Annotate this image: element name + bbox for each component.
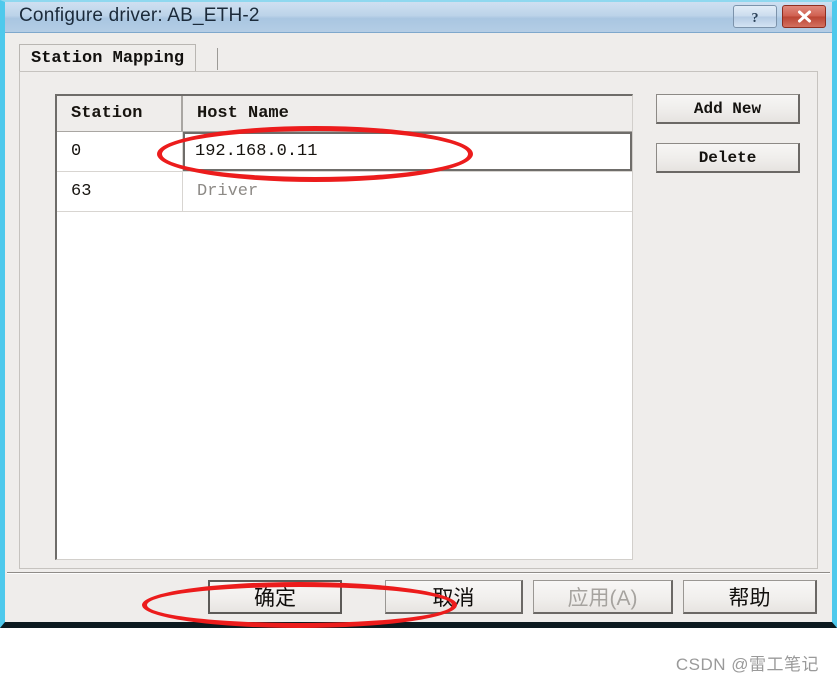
cell-host-name: Driver [197,182,259,201]
cell-station[interactable]: 63 [57,172,183,211]
tab-station-mapping[interactable]: Station Mapping [19,44,197,72]
add-new-button[interactable]: Add New [656,94,800,124]
column-header-station[interactable]: Station [57,96,183,131]
host-name-input[interactable]: 192.168.0.11 [183,132,632,171]
ok-button[interactable]: 确定 [208,580,342,614]
footer-divider [7,572,830,574]
help-icon-button[interactable]: ? [733,5,777,28]
help-button[interactable]: 帮助 [683,580,817,614]
dialog-client-area: Configure driver: AB_ETH-2 ? Station Map… [5,2,832,628]
tab-strip: Station Mapping [19,44,818,72]
grid-empty-area[interactable] [57,212,632,559]
table-row[interactable]: 63 Driver [57,172,632,212]
grid-action-buttons: Add New Delete [656,94,800,192]
tab-divider [217,48,218,70]
tab-label: Station Mapping [31,49,185,68]
svg-text:?: ? [752,11,759,25]
dialog-footer: 确定 取消 应用(A) 帮助 [5,580,832,622]
grid-header-row: Station Host Name [57,96,632,132]
delete-button[interactable]: Delete [656,143,800,173]
table-row[interactable]: 0 192.168.0.11 [57,132,632,172]
apply-button: 应用(A) [533,580,673,614]
csdn-watermark: CSDN @雷工笔记 [675,655,819,674]
column-header-host-name[interactable]: Host Name [183,96,632,131]
close-icon-button[interactable] [782,5,826,28]
station-mapping-grid[interactable]: Station Host Name 0 192.168.0.11 63 Driv… [55,94,633,560]
configure-driver-dialog: Configure driver: AB_ETH-2 ? Station Map… [0,0,837,628]
screenshot-root: Configure driver: AB_ETH-2 ? Station Map… [0,0,837,682]
window-title: Configure driver: AB_ETH-2 [19,5,260,26]
cancel-button[interactable]: 取消 [385,580,523,614]
title-bar: Configure driver: AB_ETH-2 ? [5,2,832,33]
cell-station[interactable]: 0 [57,132,183,171]
title-bar-buttons: ? [733,5,826,28]
